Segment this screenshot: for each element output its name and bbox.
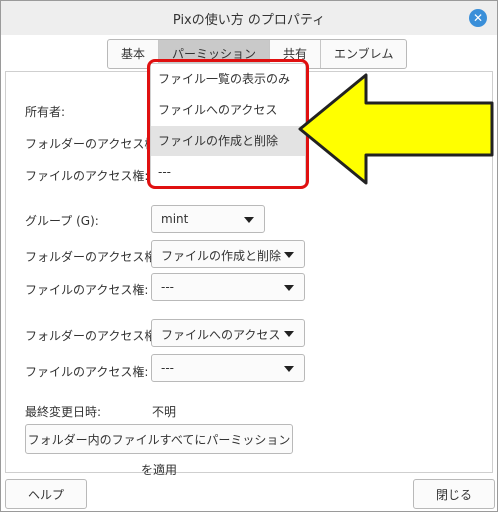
chevron-down-icon (244, 217, 254, 223)
others-folder-access-value: ファイルへのアクセス (161, 328, 281, 342)
others-folder-access-select[interactable]: ファイルへのアクセス (151, 319, 305, 347)
others-file-access-value: --- (161, 361, 174, 375)
owner-label: 所有者: (25, 105, 66, 119)
group-folder-access-value: ファイルの作成と削除 (161, 249, 282, 263)
group-select[interactable]: mint (151, 205, 265, 233)
annotation-arrow-icon (298, 73, 494, 185)
group-label: グループ (G): (25, 214, 99, 228)
chevron-down-icon (284, 331, 294, 337)
chevron-down-icon (284, 252, 294, 258)
close-icon[interactable]: ✕ (469, 9, 487, 27)
group-file-access-value: --- (161, 280, 174, 294)
others-file-access-label: ファイルのアクセス権: (25, 365, 149, 379)
properties-window: Pixの使い方 のプロパティ ✕ 基本 パーミッション 共有 エンブレム 所有者… (0, 0, 498, 512)
close-button[interactable]: 閉じる (413, 479, 495, 509)
annotation-highlight-box (147, 59, 309, 189)
group-select-value: mint (161, 212, 189, 226)
last-modified-label: 最終変更日時: (25, 405, 102, 419)
group-file-access-label: ファイルのアクセス権: (25, 283, 149, 297)
owner-file-access-label: ファイルのアクセス権: (25, 169, 149, 183)
help-button[interactable]: ヘルプ (5, 479, 87, 509)
chevron-down-icon (284, 366, 294, 372)
tab-emblems[interactable]: エンブレム (321, 40, 406, 68)
owner-folder-access-label: フォルダーのアクセス権: (25, 137, 161, 151)
apply-permissions-button[interactable]: フォルダー内のファイルすべてにパーミッションを適用 (25, 424, 293, 477)
title-bar: Pixの使い方 のプロパティ ✕ (1, 1, 497, 35)
chevron-down-icon (284, 285, 294, 291)
others-file-access-select[interactable]: --- (151, 354, 305, 382)
window-title: Pixの使い方 のプロパティ (172, 13, 326, 28)
others-folder-access-label: フォルダーのアクセス権: (25, 329, 161, 343)
group-folder-access-select[interactable]: ファイルの作成と削除 (151, 240, 305, 268)
group-folder-access-label: フォルダーのアクセス権: (25, 250, 161, 264)
last-modified-value: 不明 (152, 405, 177, 419)
group-file-access-select[interactable]: --- (151, 273, 305, 301)
